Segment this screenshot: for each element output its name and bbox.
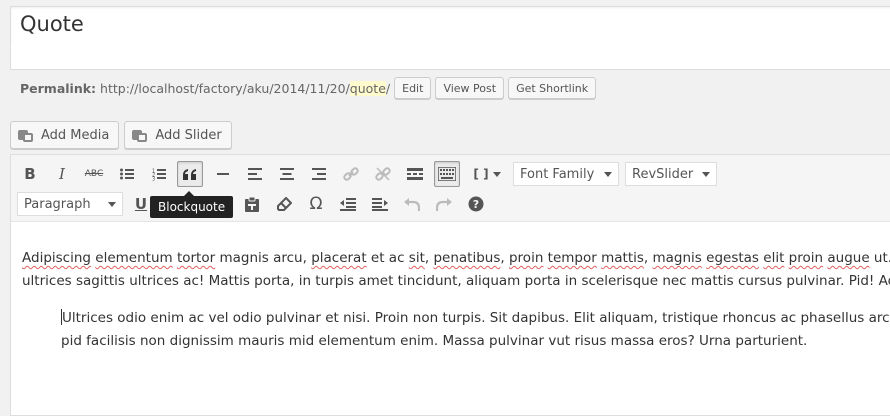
paste-as-text-icon[interactable] (239, 191, 265, 217)
align-left-icon[interactable] (242, 161, 268, 187)
misspelled-word: placerat (311, 250, 367, 266)
paragraph-line: Adipiscing elementum tortor magnis arcu,… (22, 247, 890, 270)
font-family-select[interactable]: Font Family (513, 162, 619, 186)
text-segment: et ac (366, 250, 409, 266)
format-select[interactable]: Paragraph (17, 192, 123, 216)
media-icon (18, 128, 35, 143)
misspelled-word: elit (763, 250, 785, 266)
help-icon[interactable]: ? (463, 191, 489, 217)
slider-icon (132, 128, 149, 143)
view-post-button[interactable]: View Post (435, 77, 505, 99)
permalink-slug[interactable]: quote (349, 80, 386, 96)
text-segment: magnis arcu, (215, 250, 312, 266)
chevron-down-icon (604, 171, 612, 177)
text-segment: , (500, 250, 509, 266)
editor-content[interactable]: Adipiscing elementum tortor magnis arcu,… (22, 247, 890, 353)
misspelled-word: sit (408, 250, 425, 266)
paragraph-line: ultrices sagittis ultrices ac! Mattis po… (22, 273, 890, 289)
shortcode-dropdown-icon[interactable] (491, 161, 503, 187)
undo-icon[interactable] (399, 191, 425, 217)
blockquote-line: Ultrices odio enim ac vel odio pulvinar … (61, 307, 890, 330)
misspelled-word: magnis (652, 250, 702, 266)
post-title-text: Quote (20, 12, 84, 36)
misspelled-word: proin (508, 250, 544, 266)
redo-icon[interactable] (431, 191, 457, 217)
read-more-icon[interactable] (402, 161, 428, 187)
blockquote-icon[interactable] (177, 161, 203, 187)
add-media-button[interactable]: Add Media (10, 121, 120, 149)
misspelled-word: augue (827, 250, 870, 266)
horizontal-line-icon[interactable] (210, 161, 236, 187)
permalink-url-suffix: / (385, 80, 391, 96)
edit-permalink-button[interactable]: Edit (394, 77, 432, 99)
misspelled-word: egestas (706, 250, 759, 266)
align-right-icon[interactable] (306, 161, 332, 187)
editor: B I ABC 123 [] Font Family RevSlider Pa… (10, 154, 890, 416)
chevron-down-icon (108, 201, 116, 207)
misspelled-word: elementum (95, 250, 173, 266)
svg-text:?: ? (473, 198, 479, 211)
title-subpanel (10, 43, 890, 70)
text-segment: ut. Ridicu (873, 250, 890, 266)
blockquote-tooltip: Blockquote (150, 191, 234, 218)
get-shortlink-button[interactable]: Get Shortlink (508, 77, 597, 99)
strikethrough-icon[interactable]: ABC (81, 161, 107, 187)
misspelled-word: proin (788, 250, 824, 266)
editor-toolbar: B I ABC 123 [] Font Family RevSlider Pa… (11, 155, 890, 222)
italic-icon[interactable]: I (49, 161, 75, 187)
format-select-label: Paragraph (24, 196, 91, 212)
add-slider-button[interactable]: Add Slider (124, 121, 232, 149)
svg-text:3: 3 (152, 176, 155, 181)
blockquote: Ultrices odio enim ac vel odio pulvinar … (22, 307, 890, 353)
bullet-list-icon[interactable] (114, 161, 140, 187)
post-title-input[interactable]: Quote (10, 6, 890, 44)
indent-icon[interactable] (367, 191, 393, 217)
insert-link-icon[interactable] (338, 161, 364, 187)
add-media-label: Add Media (41, 127, 110, 143)
misspelled-word: mattis (601, 250, 644, 266)
clear-formatting-icon[interactable] (271, 191, 297, 217)
align-center-icon[interactable] (274, 161, 300, 187)
remove-link-icon[interactable] (370, 161, 396, 187)
misspelled-word: tortor (176, 250, 216, 266)
bold-icon[interactable]: B (17, 161, 43, 187)
text-segment: , (643, 250, 653, 266)
chevron-down-icon (702, 171, 710, 177)
font-family-label: Font Family (520, 166, 595, 182)
special-character-icon[interactable]: Ω (303, 191, 329, 217)
blockquote-line-text: Ultrices odio enim ac vel odio pulvinar … (62, 310, 890, 326)
misspelled-word: penatibus (433, 250, 501, 266)
permalink-label: Permalink: (20, 80, 97, 96)
add-slider-label: Add Slider (155, 127, 222, 143)
permalink-url[interactable]: http://localhost/factory/aku/2014/11/20/… (100, 80, 391, 96)
revslider-select[interactable]: RevSlider (625, 162, 717, 186)
misspelled-word: tempor (547, 250, 597, 266)
toolbar-toggle-icon[interactable] (434, 161, 460, 187)
permalink-url-prefix: http://localhost/factory/aku/2014/11/20/ (100, 80, 350, 96)
numbered-list-icon[interactable]: 123 (146, 161, 172, 187)
revslider-label: RevSlider (632, 166, 694, 182)
outdent-icon[interactable] (335, 191, 361, 217)
media-buttons: Add Media Add Slider (10, 121, 232, 149)
misspelled-word: Adipiscing (22, 250, 91, 266)
permalink-bar: Permalink: http://localhost/factory/aku/… (20, 76, 597, 100)
blockquote-line: pid facilisis non dignissim mauris mid e… (61, 333, 808, 349)
